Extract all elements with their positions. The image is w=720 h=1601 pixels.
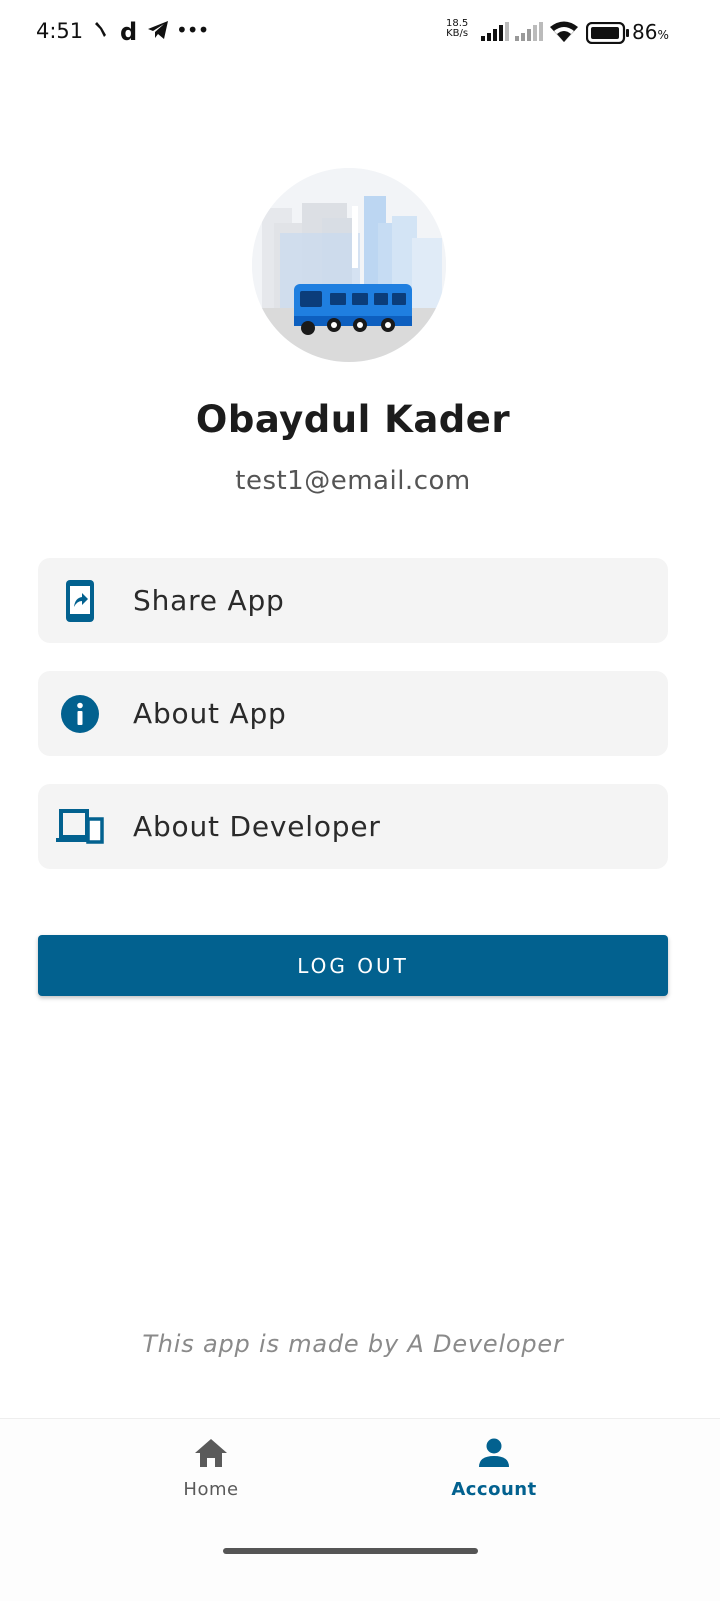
network-speed: 18.5 KB/s [446, 19, 468, 39]
credit-text: This app is made by A Developer [142, 1330, 564, 1358]
about-developer-button[interactable]: About Developer [38, 784, 668, 869]
share-app-label: Share App [133, 584, 285, 617]
signal-2-icon [514, 22, 544, 46]
about-app-button[interactable]: About App [38, 671, 668, 756]
info-icon [38, 671, 122, 756]
wifi-icon [549, 20, 579, 48]
profile-email: test1@email.com [235, 466, 471, 496]
home-indicator-bar[interactable] [223, 1548, 478, 1554]
logout-button[interactable]: LOG OUT [38, 935, 668, 996]
devices-icon [38, 784, 122, 869]
about-developer-label: About Developer [133, 810, 381, 843]
telegram-icon [147, 20, 169, 44]
signal-icon [480, 22, 510, 46]
status-bar: 4:51 d ••• 18.5 KB/s 86% [0, 0, 720, 66]
status-time: 4:51 [36, 19, 84, 43]
battery-percent-value: 86 [632, 20, 658, 44]
battery-percent: 86% [632, 20, 669, 44]
battery-percent-unit: % [657, 28, 669, 42]
share-app-button[interactable]: Share App [38, 558, 668, 643]
home-icon [193, 1437, 229, 1473]
bus-city-illustration [252, 168, 446, 362]
bottom-navigation: Home Account [0, 1418, 720, 1601]
nav-account-label: Account [451, 1479, 537, 1500]
share-phone-icon [38, 558, 122, 643]
profile-name: Obaydul Kader [195, 398, 511, 441]
account-icon [478, 1437, 510, 1473]
profile-avatar [252, 168, 446, 362]
wrench-notification-icon [92, 20, 108, 44]
nav-account[interactable]: Account [414, 1437, 574, 1527]
nav-home[interactable]: Home [131, 1437, 291, 1527]
network-speed-unit: KB/s [446, 28, 469, 39]
nav-home-label: Home [183, 1479, 239, 1500]
d-notification-icon: d [120, 18, 138, 46]
battery-icon [585, 21, 630, 48]
more-notifications-icon: ••• [176, 18, 209, 42]
about-app-label: About App [133, 697, 287, 730]
